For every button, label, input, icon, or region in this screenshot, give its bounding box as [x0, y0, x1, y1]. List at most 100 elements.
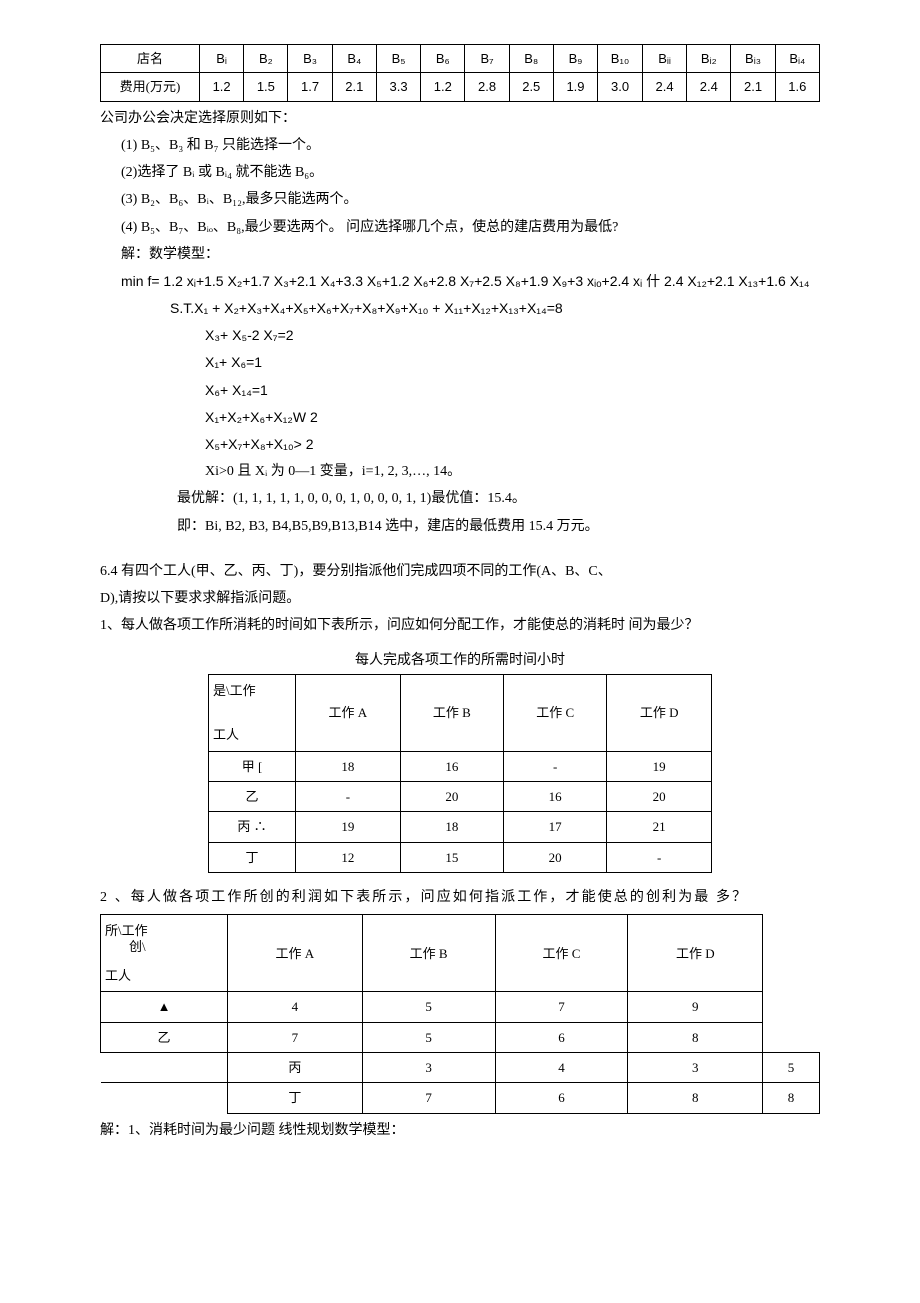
spacer — [101, 1053, 228, 1083]
cell: 5 — [362, 1022, 495, 1052]
table-row: 甲 [ 18 16 - 19 — [209, 751, 712, 781]
col-head: B₂ — [244, 45, 288, 73]
corner-header: 所\工作 创\ 工人 — [101, 915, 228, 992]
body-text: 解：1、消耗时间为最少问题 线性规划数学模型： — [100, 1118, 820, 1143]
cell: 19 — [607, 751, 712, 781]
cost-cell: 1.5 — [244, 73, 288, 101]
col-head: Bᵢ₃ — [731, 45, 775, 73]
table-row: 乙 - 20 16 20 — [209, 781, 712, 811]
cell: 16 — [504, 781, 607, 811]
col-head: B₃ — [288, 45, 332, 73]
col-head: 工作 D — [607, 674, 712, 751]
cell: 21 — [607, 812, 712, 842]
cell: 15 — [400, 842, 503, 872]
profit-table: 所\工作 创\ 工人 工作 A 工作 B 工作 C 工作 D ▲ 4 5 7 9… — [100, 914, 820, 1114]
cost-cell: 1.2 — [421, 73, 465, 101]
row-head: 乙 — [101, 1022, 228, 1052]
col-head: B₆ — [421, 45, 465, 73]
corner-l2: 创\ — [129, 935, 146, 958]
cost-cell: 2.1 — [332, 73, 376, 101]
cell: 3 — [362, 1053, 495, 1083]
row-head: ▲ — [101, 992, 228, 1022]
cell: - — [607, 842, 712, 872]
body-text: X₁+ X₆=1 — [100, 350, 820, 375]
col-head: 工作 B — [400, 674, 503, 751]
body-text: (3) B₂、B₆、Bᵢ、B₁₂,最多只能选两个。 — [100, 187, 820, 212]
table-row: 乙 7 5 6 8 — [101, 1022, 820, 1052]
body-text: 解：数学模型： — [100, 242, 820, 267]
table-row: ▲ 4 5 7 9 — [101, 992, 820, 1022]
body-text: (4) B₅、B₇、Bᵢₒ、B₈,最少要选两个。 问应选择哪几个点，使总的建店费… — [100, 215, 820, 240]
cell: 20 — [607, 781, 712, 811]
cost-cell: 2.4 — [642, 73, 686, 101]
col-head: 工作 B — [362, 915, 495, 992]
body-text: X₁+X₂+X₆+X₁₂W 2 — [100, 405, 820, 430]
body-text: X₅+X₇+X₈+X₁₀> 2 — [100, 432, 820, 457]
body-text: min f= 1.2 xᵢ+1.5 X₂+1.7 X₃+2.1 X₄+3.3 X… — [100, 269, 820, 294]
corner-l3: 工人 — [105, 964, 131, 987]
cell: 3 — [628, 1053, 763, 1083]
cell: 20 — [400, 781, 503, 811]
cell: 16 — [400, 751, 503, 781]
col-head: Bᵢ₂ — [687, 45, 731, 73]
cell: 5 — [362, 992, 495, 1022]
cell: 8 — [628, 1022, 763, 1052]
row-label: 店名 — [101, 45, 200, 73]
body-text: (2)选择了 Bᵢ 或 Bᵢ₄ 就不能选 B₆。 — [100, 160, 820, 185]
cell: - — [504, 751, 607, 781]
table-caption: 每人完成各项工作的所需时间小时 — [100, 648, 820, 673]
cell: 20 — [504, 842, 607, 872]
table-row: 丁 7 6 8 8 — [101, 1083, 820, 1113]
body-text: S.T.X₁ + X₂+X₃+X₄+X₅+X₆+X₇+X₈+X₉+X₁₀ + X… — [100, 296, 820, 321]
body-text: 公司办公会决定选择原则如下： — [100, 106, 820, 131]
cell: 6 — [495, 1083, 628, 1113]
cell: 6 — [495, 1022, 628, 1052]
cell: 12 — [296, 842, 401, 872]
col-head: Bᵢ₄ — [775, 45, 819, 73]
col-head: B₁₀ — [598, 45, 643, 73]
cell: 8 — [763, 1083, 820, 1113]
col-head: Bᵢᵢ — [642, 45, 686, 73]
cost-cell: 2.5 — [509, 73, 553, 101]
corner-top: 是\工作 — [213, 679, 256, 702]
spacer — [763, 992, 820, 1022]
cell: 5 — [763, 1053, 820, 1083]
corner-header: 是\工作 工人 — [209, 674, 296, 751]
cost-cell: 1.7 — [288, 73, 332, 101]
cost-cell: 1.6 — [775, 73, 819, 101]
row-head: 丙 — [228, 1053, 363, 1083]
body-text: 6.4 有四个工人(甲、乙、丙、丁)，要分别指派他们完成四项不同的工作(A、B、… — [100, 559, 820, 584]
row-head: 乙 — [209, 781, 296, 811]
cell: 18 — [400, 812, 503, 842]
body-text: X₃+ X₅-2 X₇=2 — [100, 323, 820, 348]
table-row: 丙 3 4 3 5 — [101, 1053, 820, 1083]
body-text: 1、每人做各项工作所消耗的时间如下表所示，问应如何分配工作，才能使总的消耗时 间… — [100, 613, 820, 638]
cost-cell: 3.3 — [376, 73, 420, 101]
col-head: 工作 A — [296, 674, 401, 751]
col-head: B₇ — [465, 45, 509, 73]
col-head: B₄ — [332, 45, 376, 73]
col-head: B₅ — [376, 45, 420, 73]
col-head: Bᵢ — [200, 45, 244, 73]
cell: 9 — [628, 992, 763, 1022]
row-head: 甲 [ — [209, 751, 296, 781]
cell: 4 — [495, 1053, 628, 1083]
body-text: Xi>0 且 Xᵢ 为 0—1 变量，i=1, 2, 3,…, 14。 — [100, 459, 820, 484]
col-head: 工作 D — [628, 915, 763, 992]
cell: 7 — [362, 1083, 495, 1113]
cell: 4 — [228, 992, 363, 1022]
col-head: B₉ — [553, 45, 597, 73]
cost-cell: 2.4 — [687, 73, 731, 101]
col-head: 工作 C — [495, 915, 628, 992]
cell: 8 — [628, 1083, 763, 1113]
row-head: 丁 — [228, 1083, 363, 1113]
body-text: 2 、每人做各项工作所创的利润如下表所示，问应如何指派工作，才能使总的创利为最 … — [100, 885, 820, 910]
body-text: X₆+ X₁₄=1 — [100, 378, 820, 403]
row-label: 费用(万元) — [101, 73, 200, 101]
cost-table: 店名 Bᵢ B₂ B₃ B₄ B₅ B₆ B₇ B₈ B₉ B₁₀ Bᵢᵢ Bᵢ… — [100, 44, 820, 102]
body-text: 即：Bi, B2, B3, B4,B5,B9,B13,B14 选中，建店的最低费… — [100, 514, 820, 539]
cost-cell: 3.0 — [598, 73, 643, 101]
cost-cell: 1.9 — [553, 73, 597, 101]
body-text: D),请按以下要求求解指派问题。 — [100, 586, 820, 611]
time-table: 是\工作 工人 工作 A 工作 B 工作 C 工作 D 甲 [ 18 16 - … — [208, 674, 712, 874]
